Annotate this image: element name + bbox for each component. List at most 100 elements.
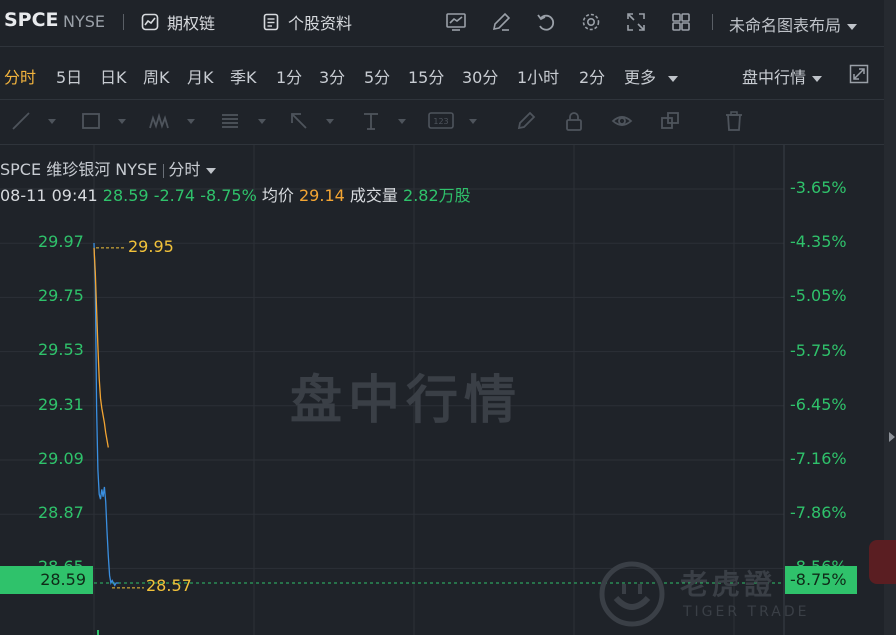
period-tab-weekly[interactable]: 周K [143,64,170,88]
chevron-down-icon [847,23,858,30]
options-chain-button[interactable]: 期权链 [141,10,215,34]
text-tool-icon[interactable] [360,110,382,132]
percent-tick-label: -5.05% [790,286,847,306]
stock-profile-label: 个股资料 [288,14,353,33]
document-icon [263,13,279,31]
chevron-down-icon [812,75,823,82]
exchange-label: NYSE [63,12,106,31]
legend-volume-value: 2.82万股 [403,186,471,205]
chart-box-icon [141,13,159,31]
percent-tick-label: -4.35% [790,232,847,252]
price-tick-label: 29.53 [38,340,84,360]
divider [123,14,124,30]
fullscreen-icon[interactable] [625,11,647,33]
watermark-text: 盘中行情 [290,371,523,431]
legend-change: -2.74 [153,186,196,205]
arrow-tool-icon[interactable] [288,110,310,132]
lock-icon[interactable] [563,110,585,132]
chevron-down-icon[interactable] [206,167,217,174]
period-tab-1min[interactable]: 1分 [276,64,302,88]
low-price-annotation: 28.57 [146,576,192,595]
brand-name-cn: 老虎證 [680,568,777,601]
percent-tick-label: -5.75% [790,340,847,360]
chart-legend-title[interactable]: SPCE 维珍银河 NYSE 分时 [0,156,217,180]
period-more-dropdown[interactable]: 更多 [624,64,679,88]
wave-tool-icon[interactable] [148,110,170,132]
series-line-price [93,242,119,587]
period-tab-5day[interactable]: 5日 [56,64,82,88]
price-tick-label: 28.87 [38,503,84,522]
current-pct-tag: -8.75% [785,566,857,594]
legend-avg-value: 29.14 [299,186,345,205]
period-tab-daily[interactable]: 日K [100,64,127,88]
intraday-dropdown[interactable]: 盘中行情 [742,64,823,88]
brand-name-en: TIGER TRADE [683,604,810,620]
top-toolbar: SPCE NYSE 期权链 个股资料 未命名图表布局 [0,0,884,47]
number-tool-icon[interactable]: 123 [428,110,454,132]
notification-badge[interactable] [869,540,896,584]
percent-tick-label: -3.65% [790,178,847,197]
chevron-down-icon [668,75,679,82]
period-tab-3min[interactable]: 3分 [319,64,345,88]
chevron-down-icon[interactable] [118,119,126,124]
indicator-chart-icon[interactable] [445,11,467,33]
fibonacci-tool-icon[interactable] [219,110,241,132]
period-tab-quarterly[interactable]: 季K [230,64,257,88]
percent-tick-label: -6.45% [790,394,847,414]
period-tab-2min[interactable]: 2分 [579,64,605,88]
chevron-down-icon[interactable] [258,119,266,124]
chevron-down-icon[interactable] [469,119,477,124]
expand-icon[interactable] [849,64,869,84]
stock-profile-button[interactable]: 个股资料 [262,10,352,34]
drawing-toolbar: 123 [0,100,884,145]
eye-icon[interactable] [611,110,633,132]
trash-icon[interactable] [723,110,745,132]
legend-price: 28.59 [102,186,149,205]
undo-icon[interactable] [535,11,557,33]
legend-volume-label: 成交量 [349,186,398,205]
price-tick-label: 29.75 [38,286,84,306]
chevron-down-icon[interactable] [398,119,406,124]
period-tab-1hour[interactable]: 1小时 [517,64,559,88]
legend-avg-label: 均价 [261,186,294,205]
legend-change-pct: -8.75% [200,186,257,205]
layout-dropdown[interactable]: 未命名图表布局 [729,12,858,36]
percent-tick-label: -7.16% [790,449,847,468]
period-tab-5min[interactable]: 5分 [364,64,390,88]
rectangle-tool-icon[interactable] [80,110,102,132]
layout-name: 未命名图表布局 [729,16,842,35]
trading-app: SPCE NYSE 期权链 个股资料 未命名图表布局 分时 5日 日K 周K 月… [0,0,896,635]
layers-icon[interactable] [659,110,681,132]
period-tab-30min[interactable]: 30分 [462,64,498,88]
legend-exchange: NYSE [115,160,158,179]
gear-icon[interactable] [580,11,602,33]
current-price-tag: 28.59 [0,566,93,594]
brush-icon[interactable] [515,110,537,132]
high-price-annotation: 29.95 [128,237,174,256]
period-tab-monthly[interactable]: 月K [187,64,214,88]
chevron-right-icon[interactable] [889,432,895,442]
percent-tick-label: -7.86% [790,503,847,523]
period-tab-intraday[interactable]: 分时 [4,64,36,88]
legend-name: 维珍银河 [46,160,111,179]
intraday-label: 盘中行情 [742,68,807,87]
edit-pen-icon[interactable] [490,11,512,33]
price-tick-label: 29.09 [38,448,84,468]
divider [163,163,165,178]
svg-text:123: 123 [433,117,448,126]
chevron-down-icon[interactable] [48,119,56,124]
options-chain-label: 期权链 [167,14,216,33]
legend-symbol: SPCE [0,160,42,179]
divider [712,14,713,30]
grid-layout-icon[interactable] [670,11,692,33]
ticker-symbol[interactable]: SPCE [4,9,59,31]
price-tick-label: 29.97 [38,232,84,251]
price-tick-label: 29.31 [38,394,84,414]
tiger-logo-icon [599,561,665,627]
more-label: 更多 [624,68,657,87]
line-tool-icon[interactable] [10,110,32,132]
chevron-down-icon[interactable] [326,119,334,124]
chart-legend-values: 08-11 09:41 28.59 -2.74 -8.75% 均价 29.14 … [0,182,471,206]
chevron-down-icon[interactable] [187,119,195,124]
period-tab-15min[interactable]: 15分 [408,64,444,88]
